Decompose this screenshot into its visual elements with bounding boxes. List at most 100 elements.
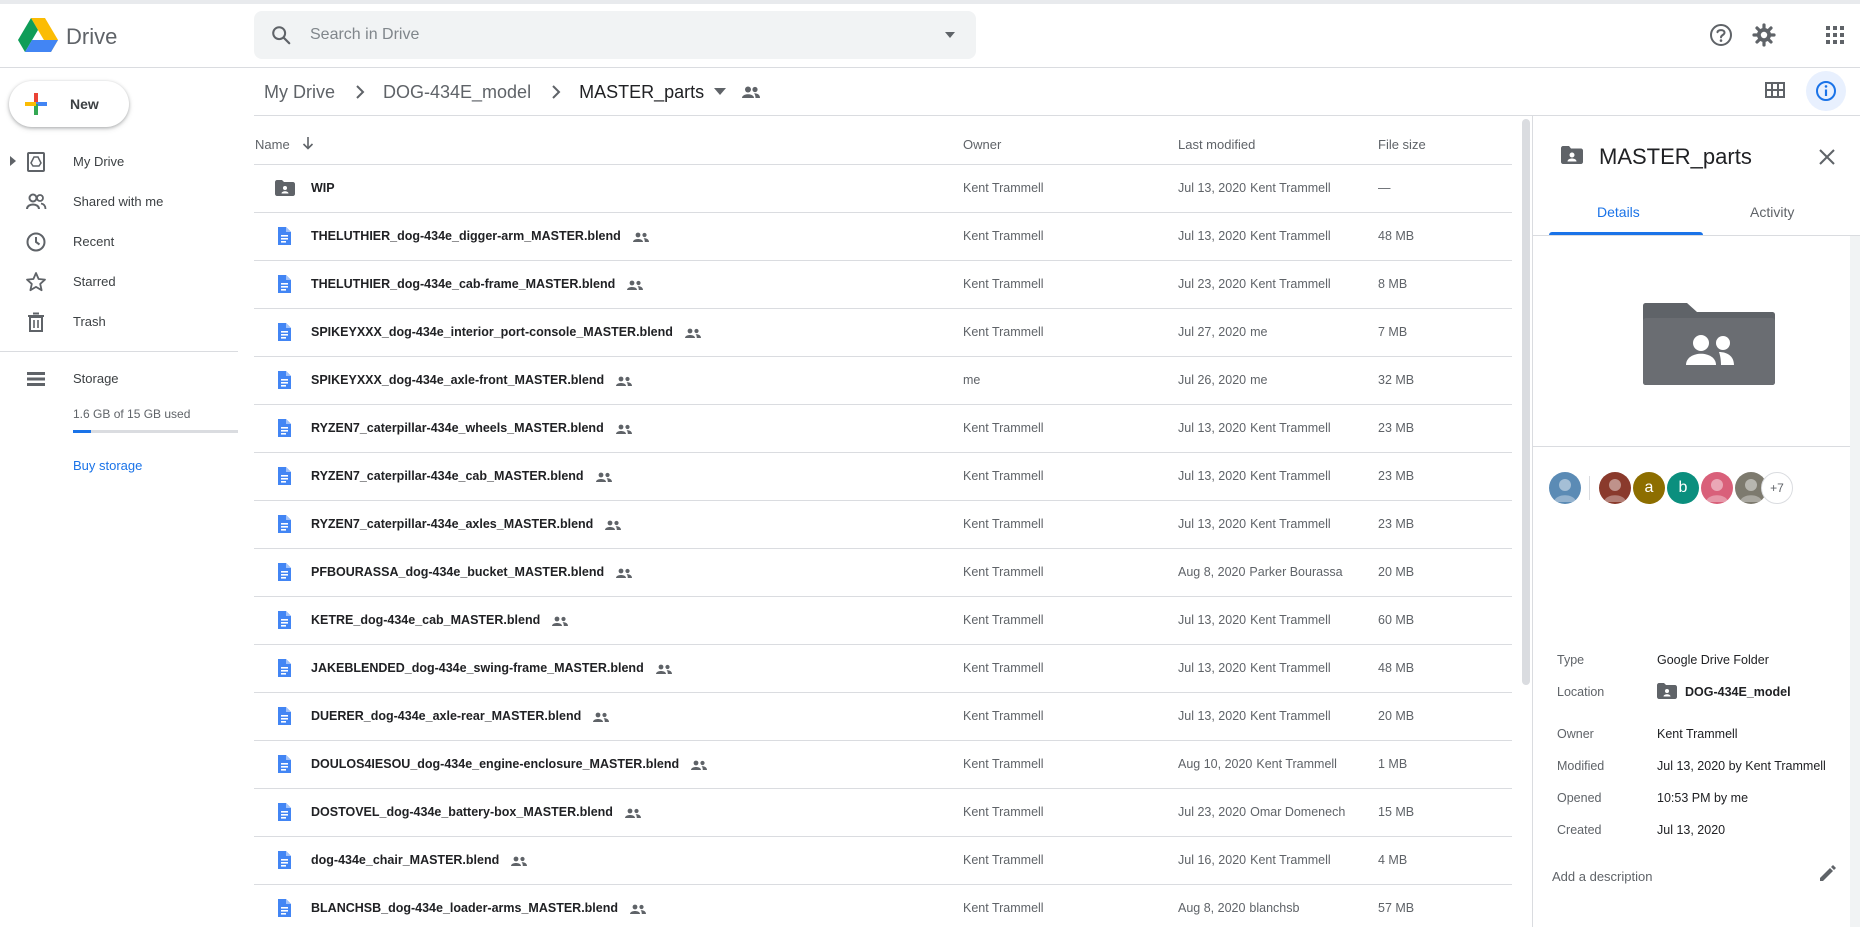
file-size: 60 MB bbox=[1378, 613, 1415, 627]
user-avatar-photo[interactable] bbox=[1599, 472, 1631, 504]
sidebar-item-my-drive[interactable]: My Drive bbox=[0, 143, 238, 179]
column-header-owner[interactable]: Owner bbox=[963, 137, 1001, 152]
file-name: DUERER_dog-434e_axle-rear_MASTER.blend bbox=[311, 709, 610, 723]
grid-view-icon[interactable] bbox=[1763, 78, 1787, 102]
search-input[interactable] bbox=[310, 21, 870, 49]
chevron-right-icon bbox=[552, 85, 561, 99]
file-name-text: dog-434e_chair_MASTER.blend bbox=[311, 853, 500, 867]
table-row[interactable]: DOSTOVEL_dog-434e_battery-box_MASTER.ble… bbox=[254, 789, 1512, 837]
table-row[interactable]: DOULOS4IESOU_dog-434e_engine-enclosure_M… bbox=[254, 741, 1512, 789]
sidebar-item-trash[interactable]: Trash bbox=[0, 303, 238, 339]
drive-logo-icon[interactable] bbox=[18, 18, 58, 52]
shared-people-icon bbox=[511, 856, 528, 866]
help-icon[interactable] bbox=[1707, 21, 1735, 49]
my-drive-icon bbox=[27, 152, 45, 172]
modified-date: Jul 13, 2020 bbox=[1178, 661, 1247, 675]
buy-storage-link[interactable]: Buy storage bbox=[73, 458, 142, 473]
modified-date: Jul 13, 2020 bbox=[1178, 613, 1247, 627]
table-row[interactable]: PFBOURASSA_dog-434e_bucket_MASTER.blend K… bbox=[254, 549, 1512, 597]
modified-by: Kent Trammell bbox=[1250, 853, 1331, 867]
table-row[interactable]: SPIKEYXXX_dog-434e_axle-front_MASTER.ble… bbox=[254, 357, 1512, 405]
expand-caret-icon[interactable] bbox=[9, 156, 17, 166]
close-icon[interactable] bbox=[1818, 148, 1836, 166]
details-scrollbar[interactable] bbox=[1850, 236, 1860, 927]
sidebar-item-storage[interactable]: Storage bbox=[0, 360, 238, 396]
column-header-last-modified[interactable]: Last modified bbox=[1178, 137, 1255, 152]
file-name-text: THELUTHIER_dog-434e_digger-arm_MASTER.bl… bbox=[311, 229, 621, 243]
shared-people-icon bbox=[684, 328, 701, 338]
breadcrumb-item-dog-434e-model[interactable]: DOG-434E_model bbox=[383, 82, 531, 103]
file-size: 32 MB bbox=[1378, 373, 1415, 387]
user-avatar-photo[interactable] bbox=[1549, 472, 1581, 504]
prop-location-link[interactable]: DOG-434E_model bbox=[1685, 685, 1791, 699]
table-row[interactable]: dog-434e_chair_MASTER.blend Kent Trammell… bbox=[254, 837, 1512, 885]
table-row[interactable]: THELUTHIER_dog-434e_digger-arm_MASTER.bl… bbox=[254, 213, 1512, 261]
document-file-icon bbox=[278, 659, 291, 677]
prop-type-value: Google Drive Folder bbox=[1657, 653, 1769, 667]
table-row[interactable]: RYZEN7_caterpillar-434e_wheels_MASTER.bl… bbox=[254, 405, 1512, 453]
search-options-dropdown-icon[interactable] bbox=[942, 27, 958, 43]
file-last-modified: Jul 23, 2020 Omar Domenech bbox=[1178, 805, 1345, 819]
prop-created-label: Created bbox=[1557, 823, 1602, 837]
new-button[interactable]: New bbox=[9, 81, 129, 127]
file-name-text: WIP bbox=[311, 181, 335, 195]
user-avatar-letter[interactable]: b bbox=[1667, 472, 1699, 504]
file-name: DOULOS4IESOU_dog-434e_engine-enclosure_M… bbox=[311, 757, 708, 771]
file-owner: Kent Trammell bbox=[963, 613, 1044, 627]
table-row[interactable]: RYZEN7_caterpillar-434e_axles_MASTER.ble… bbox=[254, 501, 1512, 549]
sidebar-item-starred[interactable]: Starred bbox=[0, 263, 238, 299]
table-row[interactable]: WIP Kent Trammell Jul 13, 2020 Kent Trammel… bbox=[254, 165, 1512, 213]
sidebar-item-shared-with-me[interactable]: Shared with me bbox=[0, 183, 238, 219]
details-toggle-button[interactable] bbox=[1806, 71, 1846, 111]
file-last-modified: Jul 13, 2020 Kent Trammell bbox=[1178, 709, 1331, 723]
user-avatar-photo[interactable] bbox=[1701, 472, 1733, 504]
file-owner: Kent Trammell bbox=[963, 757, 1044, 771]
sidebar-item-label: My Drive bbox=[73, 154, 125, 169]
people-icon bbox=[26, 193, 47, 210]
table-row[interactable]: JAKEBLENDED_dog-434e_swing-frame_MASTER.… bbox=[254, 645, 1512, 693]
file-name-text: SPIKEYXXX_dog-434e_axle-front_MASTER.ble… bbox=[311, 373, 605, 387]
shared-people-icon bbox=[655, 664, 672, 674]
modified-date: Jul 16, 2020 bbox=[1178, 853, 1247, 867]
table-row[interactable]: KETRE_dog-434e_cab_MASTER.blend Kent Tram… bbox=[254, 597, 1512, 645]
search-bar[interactable] bbox=[254, 11, 976, 59]
file-owner: Kent Trammell bbox=[963, 181, 1044, 195]
tab-details[interactable]: Details bbox=[1597, 204, 1640, 220]
settings-gear-icon[interactable] bbox=[1750, 21, 1778, 49]
search-icon[interactable] bbox=[270, 24, 292, 46]
column-header-name[interactable]: Name bbox=[255, 137, 290, 152]
sort-arrow-down-icon[interactable] bbox=[302, 136, 314, 150]
info-icon bbox=[1816, 81, 1836, 101]
modified-by: Kent Trammell bbox=[1250, 709, 1331, 723]
new-button-label: New bbox=[70, 96, 99, 112]
tab-activity[interactable]: Activity bbox=[1750, 204, 1794, 220]
file-size: 20 MB bbox=[1378, 709, 1415, 723]
table-row[interactable]: BLANCHSB_dog-434e_loader-arms_MASTER.ble… bbox=[254, 885, 1512, 927]
table-row[interactable]: RYZEN7_caterpillar-434e_cab_MASTER.blend… bbox=[254, 453, 1512, 501]
app-name: Drive bbox=[66, 24, 118, 49]
file-list-scrollbar[interactable] bbox=[1522, 119, 1530, 685]
document-file-icon bbox=[278, 851, 291, 869]
user-avatar-letter[interactable]: a bbox=[1633, 472, 1665, 504]
document-file-icon bbox=[278, 419, 291, 437]
apps-grid-icon[interactable] bbox=[1821, 21, 1849, 49]
file-size: 57 MB bbox=[1378, 901, 1415, 915]
table-row[interactable]: THELUTHIER_dog-434e_cab-frame_MASTER.ble… bbox=[254, 261, 1512, 309]
shared-people-icon bbox=[595, 472, 612, 482]
add-description-input[interactable]: Add a description bbox=[1552, 869, 1652, 884]
breadcrumb-item-my-drive[interactable]: My Drive bbox=[264, 82, 335, 103]
table-row[interactable]: SPIKEYXXX_dog-434e_interior_port-console… bbox=[254, 309, 1512, 357]
plus-icon bbox=[25, 93, 47, 115]
prop-location-label: Location bbox=[1557, 685, 1605, 699]
shared-people-icon bbox=[616, 376, 633, 386]
table-row[interactable]: DUERER_dog-434e_axle-rear_MASTER.blend Ke… bbox=[254, 693, 1512, 741]
details-title: MASTER_parts bbox=[1599, 144, 1752, 169]
edit-pencil-icon[interactable] bbox=[1817, 864, 1837, 884]
sidebar-item-recent[interactable]: Recent bbox=[0, 223, 238, 259]
folder-menu-dropdown-icon[interactable] bbox=[714, 88, 727, 96]
file-name-text: PFBOURASSA_dog-434e_bucket_MASTER.blend bbox=[311, 565, 605, 579]
more-people-button[interactable]: +7 bbox=[1761, 472, 1793, 504]
modified-by: Kent Trammell bbox=[1250, 469, 1331, 483]
column-header-file-size[interactable]: File size bbox=[1378, 137, 1426, 152]
breadcrumb-item-current-folder[interactable]: MASTER_parts bbox=[579, 82, 704, 103]
